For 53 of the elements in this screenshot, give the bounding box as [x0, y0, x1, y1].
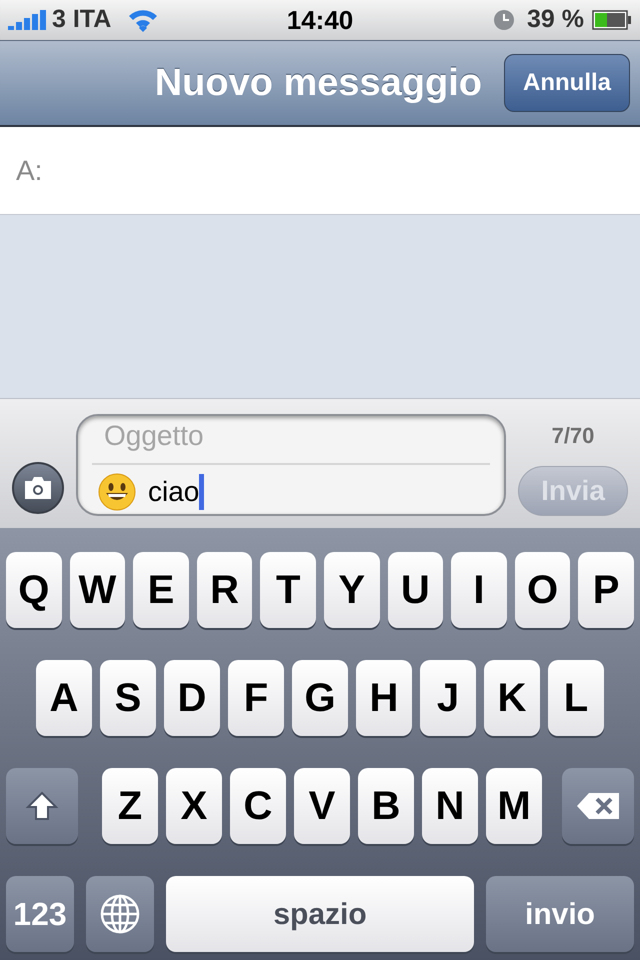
letter-key[interactable]: F: [228, 660, 284, 736]
battery-icon: [592, 10, 632, 30]
letter-key[interactable]: J: [420, 660, 476, 736]
letter-key[interactable]: T: [260, 552, 316, 628]
carrier-name: 3 ITA: [52, 4, 112, 36]
letter-key[interactable]: Y: [324, 552, 380, 628]
navigation-title: Nuovo messaggio: [154, 60, 482, 106]
letter-key[interactable]: A: [36, 660, 92, 736]
letter-key[interactable]: R: [196, 552, 252, 628]
smiley-icon: [98, 473, 136, 511]
shift-key[interactable]: [6, 768, 78, 844]
camera-button[interactable]: [12, 462, 64, 514]
letter-key[interactable]: M: [486, 768, 542, 844]
shift-arrow-icon: [25, 790, 59, 822]
message-box[interactable]: Oggetto ciao: [76, 414, 506, 516]
recipient-label: A:: [16, 154, 42, 188]
letter-key[interactable]: N: [422, 768, 478, 844]
space-key[interactable]: spazio: [166, 876, 474, 952]
letter-key[interactable]: W: [70, 552, 126, 628]
numbers-key[interactable]: 123: [6, 876, 74, 952]
message-text: ciao: [148, 475, 200, 509]
delete-key[interactable]: [562, 768, 634, 844]
return-key[interactable]: invio: [486, 876, 634, 952]
letter-key[interactable]: S: [100, 660, 156, 736]
letter-key[interactable]: H: [356, 660, 412, 736]
subject-field[interactable]: Oggetto: [104, 415, 478, 457]
letter-key[interactable]: K: [484, 660, 540, 736]
battery-percentage: 39 %: [527, 4, 584, 36]
wifi-icon: [127, 8, 160, 32]
letter-key[interactable]: L: [548, 660, 604, 736]
alarm-clock-icon: [493, 9, 516, 31]
letter-key[interactable]: U: [388, 552, 444, 628]
camera-icon: [22, 475, 54, 501]
signal-bars-icon: [8, 10, 46, 30]
letter-key[interactable]: I: [451, 552, 507, 628]
letter-key[interactable]: G: [292, 660, 348, 736]
globe-key[interactable]: [86, 876, 154, 952]
letter-key[interactable]: P: [578, 552, 634, 628]
character-counter: 7/70: [552, 422, 594, 450]
text-cursor: [199, 474, 204, 510]
letter-key[interactable]: Z: [102, 768, 158, 844]
letter-key[interactable]: Q: [6, 552, 62, 628]
letter-key[interactable]: X: [166, 768, 222, 844]
letter-key[interactable]: D: [164, 660, 220, 736]
letter-key[interactable]: E: [133, 552, 189, 628]
letter-key[interactable]: V: [294, 768, 350, 844]
letter-key[interactable]: O: [514, 552, 570, 628]
backspace-icon: [575, 791, 621, 821]
letter-key[interactable]: C: [230, 768, 286, 844]
cancel-button[interactable]: Annulla: [504, 54, 630, 112]
letter-key[interactable]: B: [358, 768, 414, 844]
globe-icon: [99, 893, 141, 935]
clock-time: 14:40: [286, 4, 354, 36]
